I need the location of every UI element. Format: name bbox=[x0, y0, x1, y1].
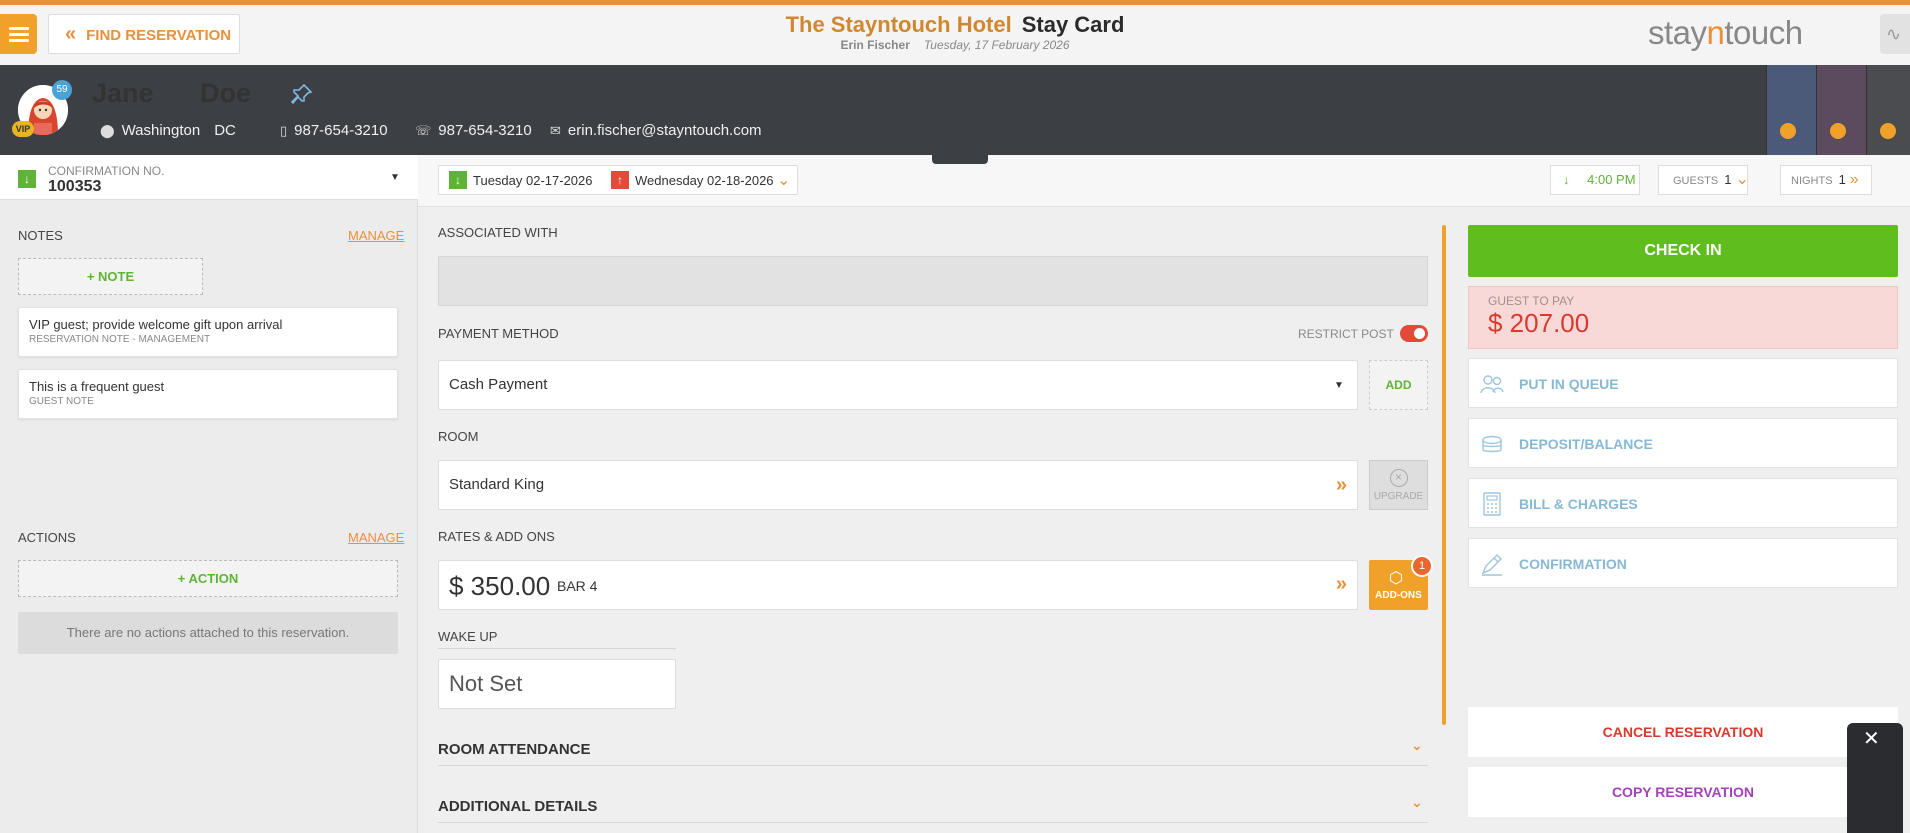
guest-home-phone[interactable]: ☏ 987-654-3210 bbox=[415, 122, 532, 139]
guest-to-pay-label: GUEST TO PAY bbox=[1488, 294, 1575, 308]
screen-title: Stay Card bbox=[1021, 12, 1125, 37]
confirmation-button[interactable]: CONFIRMATION bbox=[1468, 538, 1898, 588]
divider bbox=[438, 765, 1428, 766]
divider bbox=[438, 822, 1428, 823]
pulse-icon: ∿ bbox=[1886, 24, 1902, 44]
guests-selector[interactable]: GUESTS 1 ⌄ bbox=[1658, 165, 1749, 195]
add-action-button[interactable]: + ACTION bbox=[18, 560, 398, 597]
scrollbar[interactable] bbox=[1442, 225, 1446, 725]
copy-reservation-button[interactable]: COPY RESERVATION bbox=[1468, 767, 1898, 817]
bill-charges-button[interactable]: BILL & CHARGES bbox=[1468, 478, 1898, 528]
pen-icon bbox=[1481, 554, 1502, 576]
brand-logo: stayntouch bbox=[1648, 14, 1803, 51]
chevron-down-icon: ⌄ bbox=[777, 172, 791, 189]
package-icon: ⬡ bbox=[1389, 570, 1403, 587]
add-note-button[interactable]: + NOTE bbox=[18, 258, 203, 295]
no-actions-message: There are no actions attached to this re… bbox=[18, 612, 398, 654]
magnifier-icon bbox=[1780, 123, 1896, 139]
mobile-phone-icon: ▯ bbox=[280, 123, 288, 138]
rate-field[interactable]: $ 350.00 BAR 4 » bbox=[438, 560, 1358, 610]
guest-location: ⬤ Washington DC bbox=[100, 122, 236, 139]
double-chevron-right-icon: » bbox=[1335, 474, 1347, 496]
guest-side-tabs bbox=[1766, 65, 1910, 155]
room-label: ROOM bbox=[438, 429, 479, 444]
guest-last-name[interactable]: Doe bbox=[200, 78, 251, 109]
find-reservation-button[interactable]: «FIND RESERVATION bbox=[48, 14, 240, 54]
coins-icon bbox=[1482, 435, 1502, 453]
note-item[interactable]: VIP guest; provide welcome gift upon arr… bbox=[18, 307, 398, 357]
guest-bar bbox=[0, 65, 1910, 155]
actions-manage-link[interactable]: MANAGE bbox=[348, 530, 404, 545]
calculator-icon bbox=[1483, 492, 1501, 516]
caret-down-icon: ▼ bbox=[1334, 380, 1344, 391]
double-chevron-left-icon: « bbox=[65, 23, 77, 45]
departure-date: Wednesday 02-18-2026 bbox=[635, 173, 774, 188]
arrival-arrow-icon: ↓ bbox=[1563, 172, 1570, 187]
notes-title: NOTES bbox=[18, 228, 63, 243]
wake-up-label: WAKE UP bbox=[438, 629, 498, 644]
add-payment-button[interactable]: ADD bbox=[1369, 360, 1428, 410]
guest-to-pay-amount: $ 207.00 bbox=[1488, 308, 1590, 338]
associated-with-field[interactable] bbox=[438, 256, 1428, 306]
chevron-down-icon: ⌄ bbox=[1735, 171, 1749, 188]
pin-icon[interactable] bbox=[290, 82, 314, 106]
confirmation-number: 100353 bbox=[48, 178, 102, 195]
put-in-queue-button[interactable]: PUT IN QUEUE bbox=[1468, 358, 1898, 408]
double-chevron-right-icon: » bbox=[1335, 573, 1347, 595]
restrict-post-toggle[interactable] bbox=[1400, 325, 1428, 342]
close-circle-icon: × bbox=[1389, 469, 1408, 487]
business-date: Tuesday, 17 February 2026 bbox=[923, 38, 1070, 52]
location-pin-icon: ⬤ bbox=[100, 123, 115, 138]
rate-code: BAR 4 bbox=[557, 578, 598, 594]
activity-tab[interactable]: ∿ bbox=[1880, 14, 1910, 54]
payment-method-select[interactable]: Cash Payment bbox=[438, 360, 1358, 410]
envelope-icon: ✉ bbox=[550, 123, 561, 138]
check-in-button[interactable]: CHECK IN bbox=[1468, 225, 1898, 277]
associated-with-label: ASSOCIATED WITH bbox=[438, 225, 558, 240]
guest-mobile-phone[interactable]: ▯ 987-654-3210 bbox=[280, 122, 388, 139]
caret-down-icon[interactable]: ▼ bbox=[390, 172, 400, 183]
cancel-reservation-button[interactable]: CANCEL RESERVATION bbox=[1468, 707, 1898, 757]
stay-dates-selector[interactable]: ↓ Tuesday 02-17-2026 ↑ Wednesday 02-18-2… bbox=[438, 165, 798, 195]
double-chevron-down-icon[interactable]: ⌄ bbox=[1411, 794, 1423, 811]
guest-first-name[interactable]: Jane bbox=[92, 78, 154, 109]
arrival-arrow-icon: ↓ bbox=[449, 171, 467, 189]
divider bbox=[438, 648, 676, 649]
people-queue-icon bbox=[1480, 375, 1504, 394]
arrival-time[interactable]: ↓ 4:00 PM bbox=[1550, 165, 1640, 195]
hotel-name: The Stayntouch Hotel bbox=[785, 12, 1012, 37]
header-subtitle: Erin Fischer Tuesday, 17 February 2026 bbox=[600, 38, 1310, 52]
loyalty-badge: 59 bbox=[52, 80, 72, 100]
vip-badge: VIP bbox=[12, 121, 34, 137]
wake-up-field[interactable]: Not Set bbox=[438, 659, 676, 709]
departure-arrow-icon: ↑ bbox=[611, 171, 629, 189]
double-chevron-right-icon: » bbox=[1849, 171, 1859, 188]
actions-title: ACTIONS bbox=[18, 530, 76, 545]
rate-amount: $ 350.00 bbox=[449, 571, 551, 601]
user-name: Erin Fischer bbox=[840, 38, 910, 52]
notes-manage-link[interactable]: MANAGE bbox=[348, 228, 404, 243]
arrival-date: Tuesday 02-17-2026 bbox=[473, 173, 593, 188]
double-chevron-down-icon[interactable]: ⌄ bbox=[1411, 737, 1423, 754]
menu-button[interactable] bbox=[0, 14, 37, 54]
restrict-post-label: RESTRICT POST bbox=[1298, 327, 1394, 341]
deposit-balance-button[interactable]: DEPOSIT/BALANCE bbox=[1468, 418, 1898, 468]
note-item[interactable]: This is a frequent guest GUEST NOTE bbox=[18, 369, 398, 419]
close-icon[interactable]: ✕ bbox=[1863, 726, 1880, 751]
upgrade-button[interactable]: × UPGRADE bbox=[1369, 460, 1428, 510]
addons-count-badge: 1 bbox=[1411, 555, 1433, 577]
nights-selector[interactable]: NIGHTS 1» bbox=[1780, 165, 1872, 195]
confirmation-label: CONFIRMATION NO. bbox=[48, 164, 165, 178]
rates-addons-label: RATES & ADD ONS bbox=[438, 529, 555, 544]
drawer-handle[interactable] bbox=[932, 152, 988, 164]
arrival-arrow-icon: ↓ bbox=[18, 170, 36, 188]
room-field[interactable]: Standard King » bbox=[438, 460, 1358, 510]
phone-icon: ☏ bbox=[415, 123, 432, 138]
room-attendance-header[interactable]: ROOM ATTENDANCE bbox=[438, 741, 591, 758]
payment-method-label: PAYMENT METHOD bbox=[438, 326, 559, 341]
guest-email[interactable]: ✉ erin.fischer@stayntouch.com bbox=[550, 122, 762, 139]
page-title: The Stayntouch Hotel Stay Card bbox=[600, 12, 1310, 38]
additional-details-header[interactable]: ADDITIONAL DETAILS bbox=[438, 798, 597, 815]
